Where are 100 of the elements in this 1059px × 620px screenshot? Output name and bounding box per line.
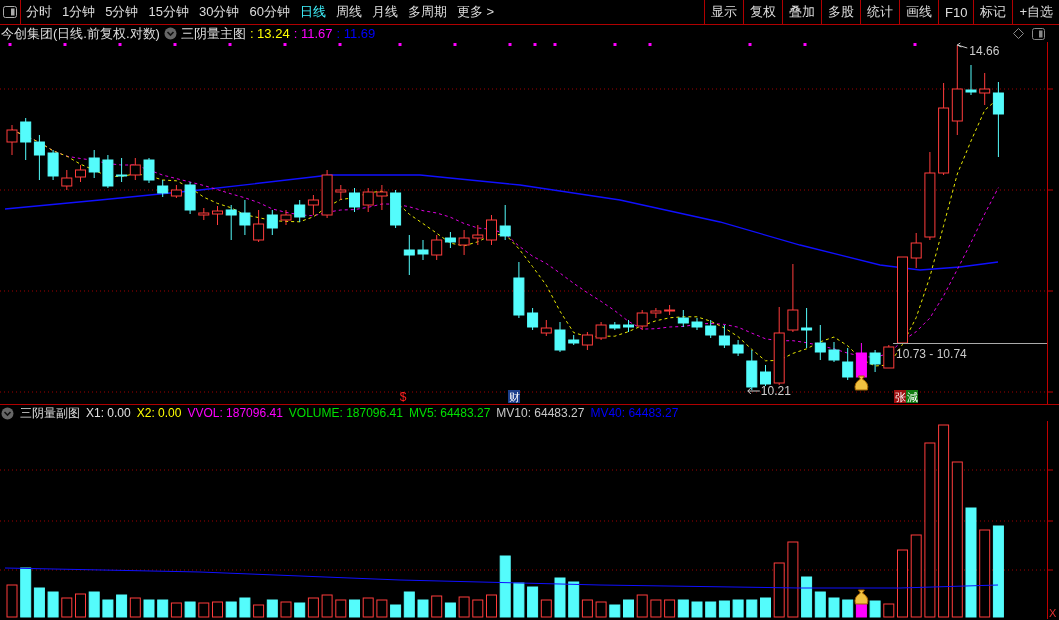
candlestick [554,321,566,353]
candlestick [33,134,45,181]
period-tab[interactable]: 5分钟 [100,0,144,24]
candlestick [157,179,169,198]
candlestick [705,319,717,339]
low-price-label: 10.21 [760,384,791,398]
candlestick [636,309,648,331]
candlestick [746,349,758,391]
panel-toggle-icon[interactable] [1032,27,1045,40]
indicator-value: : 13.24 [249,26,290,41]
candlestick [307,194,319,216]
toolbar-button[interactable]: 显示 [704,0,743,24]
arrow-icon [747,387,761,395]
money-bag-icon [854,375,869,391]
volume-bar [513,582,525,618]
candlestick [88,149,100,179]
indicator-value: : 11.67 [293,26,333,41]
indicator-value: X2: 0.00 [136,406,182,420]
volume-bar [828,597,840,618]
volume-bar [718,600,730,618]
candlestick [855,342,867,378]
toolbar-button[interactable]: 叠加 [782,0,821,24]
toolbar-button[interactable]: F10 [938,0,974,24]
indicator-value: MV5: 64483.27 [408,406,491,420]
candlestick [75,164,86,183]
indicator-value: X1: 0.00 [86,406,131,420]
candlestick [814,324,826,361]
chart-title: 今创集团(日线.前复权.对数) [1,24,160,43]
close-button[interactable]: X [1049,607,1057,619]
volume-bar [88,591,100,618]
candlestick [842,347,854,381]
toolbar-button[interactable]: 画线 [899,0,938,24]
period-tab[interactable]: 30分钟 [193,0,245,24]
toolbar-button[interactable]: 多股 [821,0,860,24]
signal-badge: 张 [894,390,906,403]
volume-bar [691,601,703,618]
period-tab[interactable]: 1分钟 [57,0,101,24]
volume-bar [349,599,360,618]
period-tab[interactable]: 周线 [330,0,367,24]
chevron-down-icon[interactable] [1,406,14,420]
candlestick [801,307,813,349]
high-price-label: 14.66 [969,44,1000,58]
toolbar-button[interactable]: 统计 [860,0,899,24]
candlestick [623,319,634,333]
period-tab[interactable]: 日线 [294,0,331,24]
volume-bar [609,604,621,618]
candlestick [417,239,429,261]
toolbar-button[interactable]: 标记 [973,0,1013,24]
toolbar-button[interactable]: 复权 [743,0,782,24]
candlestick [376,184,388,211]
candlestick [540,319,552,337]
chevron-down-icon[interactable] [163,27,177,40]
volume-bar [677,599,689,618]
period-tab[interactable]: 更多 > [451,0,500,24]
period-tab[interactable]: 多周期 [402,0,452,24]
period-tab[interactable]: 60分钟 [244,0,295,24]
candlestick [828,341,840,363]
candlestick [6,124,18,156]
candlestick [883,344,895,369]
leader-line [956,42,968,49]
candlestick [335,184,347,201]
period-tab[interactable]: 15分钟 [143,0,194,24]
candlestick [718,324,730,349]
volume-bar [855,603,867,618]
indicator-value: MV40: 64483.27 [590,406,679,420]
indicator-value: MV10: 64483.27 [496,406,585,420]
candlestick [760,364,771,387]
candlestick [910,232,922,269]
candlestick [198,207,210,221]
candlestick [403,234,415,276]
volume-bar [417,599,429,618]
candlestick [266,209,278,236]
candlestick [486,214,497,246]
candlestick [294,199,306,223]
candlestick [280,209,292,226]
panel-toggle-icon[interactable] [3,6,17,18]
volume-bar [184,601,196,618]
indicator-name: 三阴量副图 [20,404,80,422]
candlestick [390,189,402,229]
volume-bar [554,577,566,618]
candlestick [362,187,374,213]
indicator-name: 三阴量主图 [180,24,246,43]
period-tab[interactable]: 月线 [366,0,403,24]
money-bag-icon [854,589,869,605]
diamond-icon[interactable] [1013,28,1024,39]
candlestick [787,263,799,333]
candlestick [184,181,196,215]
candlestick [650,307,662,319]
period-tab[interactable]: 分时 [21,0,57,24]
candlestick [47,149,59,181]
candlestick [129,157,141,181]
candlestick [170,184,182,199]
volume-bar [116,594,128,618]
candlestick [732,339,744,357]
candlestick [691,317,703,331]
candlestick [20,117,32,161]
candlestick [239,199,251,236]
toolbar-button[interactable]: +自选 [1012,0,1059,24]
candlestick [595,321,607,341]
candlestick [321,169,333,219]
